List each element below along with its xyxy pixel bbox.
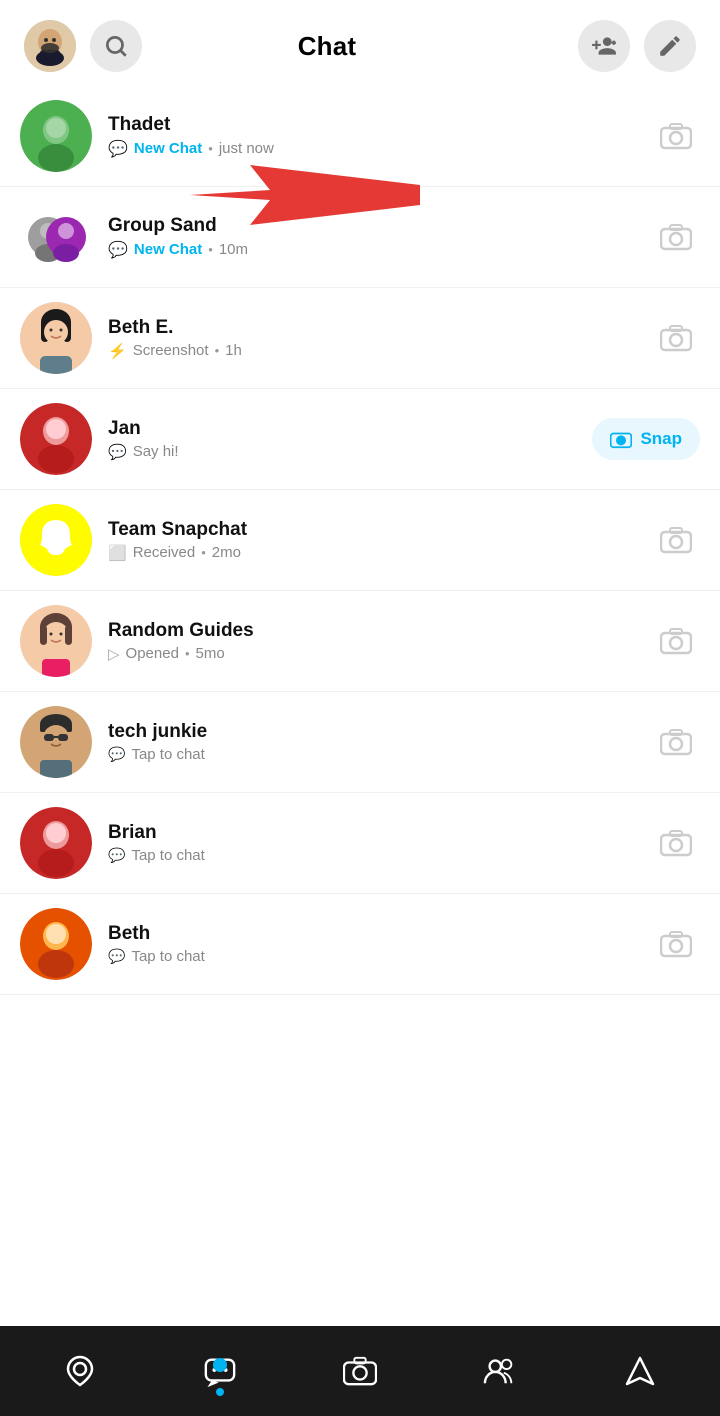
discover-icon bbox=[623, 1354, 657, 1388]
chat-status-group-sand: 💬 New Chat • 10m bbox=[108, 240, 652, 260]
chat-item-group-sand[interactable]: Group Sand 💬 New Chat • 10m bbox=[0, 187, 720, 288]
status-time-group-sand: 10m bbox=[219, 241, 248, 258]
avatar-group-sand bbox=[20, 201, 92, 273]
status-label-tech-junkie: Tap to chat bbox=[131, 746, 204, 763]
header: Chat bbox=[0, 0, 720, 86]
status-label-jan: Say hi! bbox=[133, 443, 179, 460]
camera-icon-beth[interactable] bbox=[652, 920, 700, 968]
chat-status-tech-junkie: 💬 Tap to chat bbox=[108, 746, 652, 763]
nav-item-discover[interactable] bbox=[607, 1344, 673, 1398]
status-time-thadet: just now bbox=[219, 140, 274, 157]
bottom-nav bbox=[0, 1326, 720, 1416]
camera-icon-random-guides[interactable] bbox=[652, 617, 700, 665]
chat-name-group-sand: Group Sand bbox=[108, 215, 652, 237]
status-label-thadet: New Chat bbox=[134, 140, 202, 157]
add-friend-button[interactable] bbox=[578, 20, 630, 72]
camera-icon-team-snapchat[interactable] bbox=[652, 516, 700, 564]
avatar-random-guides bbox=[20, 605, 92, 677]
chat-item-brian[interactable]: Brian 💬 Tap to chat bbox=[0, 793, 720, 894]
avatar-team-snapchat bbox=[20, 504, 92, 576]
user-avatar[interactable] bbox=[24, 20, 76, 72]
chat-status-beth-e: ⚡ Screenshot • 1h bbox=[108, 342, 652, 360]
chat-info-brian: Brian 💬 Tap to chat bbox=[108, 822, 652, 864]
chat-info-group-sand: Group Sand 💬 New Chat • 10m bbox=[108, 215, 652, 260]
chat-list: Thadet 💬 New Chat • just now bbox=[0, 86, 720, 995]
camera-icon-beth-e[interactable] bbox=[652, 314, 700, 362]
avatar-tech-junkie bbox=[20, 706, 92, 778]
status-time-beth-e: 1h bbox=[225, 342, 242, 359]
chat-name-random-guides: Random Guides bbox=[108, 620, 652, 642]
nav-item-friends[interactable] bbox=[467, 1344, 533, 1398]
chat-item-thadet[interactable]: Thadet 💬 New Chat • just now bbox=[0, 86, 720, 187]
status-label-team-snapchat: Received bbox=[133, 544, 196, 561]
chat-name-tech-junkie: tech junkie bbox=[108, 721, 652, 743]
avatar-thadet bbox=[20, 100, 92, 172]
nav-item-map[interactable] bbox=[47, 1344, 113, 1398]
friends-icon bbox=[483, 1354, 517, 1388]
nav-item-camera[interactable] bbox=[327, 1344, 393, 1398]
avatar-beth-e bbox=[20, 302, 92, 374]
chat-info-random-guides: Random Guides ▷ Opened • 5mo bbox=[108, 620, 652, 663]
status-time-team-snapchat: 2mo bbox=[212, 544, 241, 561]
chat-status-thadet: 💬 New Chat • just now bbox=[108, 139, 652, 159]
chat-item-team-snapchat[interactable]: Team Snapchat ⬜ Received • 2mo bbox=[0, 490, 720, 591]
chat-info-tech-junkie: tech junkie 💬 Tap to chat bbox=[108, 721, 652, 763]
avatar-jan bbox=[20, 403, 92, 475]
camera-icon-group-sand[interactable] bbox=[652, 213, 700, 261]
avatar-beth bbox=[20, 908, 92, 980]
chat-info-team-snapchat: Team Snapchat ⬜ Received • 2mo bbox=[108, 519, 652, 562]
camera-nav-icon bbox=[343, 1354, 377, 1388]
nav-item-chat[interactable] bbox=[187, 1344, 253, 1398]
snap-button-jan[interactable]: Snap bbox=[592, 418, 700, 460]
snap-label-jan: Snap bbox=[640, 429, 682, 449]
edit-button[interactable] bbox=[644, 20, 696, 72]
chat-item-tech-junkie[interactable]: tech junkie 💬 Tap to chat bbox=[0, 692, 720, 793]
chat-name-beth: Beth bbox=[108, 923, 652, 945]
chat-status-beth: 💬 Tap to chat bbox=[108, 948, 652, 965]
chat-name-beth-e: Beth E. bbox=[108, 317, 652, 339]
map-icon bbox=[63, 1354, 97, 1388]
chat-name-jan: Jan bbox=[108, 418, 592, 440]
chat-info-jan: Jan 💬 Say hi! bbox=[108, 418, 592, 461]
page-title: Chat bbox=[298, 31, 357, 62]
chat-status-brian: 💬 Tap to chat bbox=[108, 847, 652, 864]
chat-item-random-guides[interactable]: Random Guides ▷ Opened • 5mo bbox=[0, 591, 720, 692]
chat-info-thadet: Thadet 💬 New Chat • just now bbox=[108, 114, 652, 159]
chat-badge bbox=[213, 1358, 227, 1372]
left-icons bbox=[90, 20, 142, 72]
status-label-beth-e: Screenshot bbox=[133, 342, 209, 359]
chat-item-beth-e[interactable]: Beth E. ⚡ Screenshot • 1h bbox=[0, 288, 720, 389]
camera-icon-tech-junkie[interactable] bbox=[652, 718, 700, 766]
status-label-beth: Tap to chat bbox=[131, 948, 204, 965]
header-right-icons bbox=[578, 20, 696, 72]
status-time-random-guides: 5mo bbox=[196, 645, 225, 662]
nav-active-indicator bbox=[216, 1388, 224, 1396]
status-label-random-guides: Opened bbox=[126, 645, 179, 662]
chat-status-team-snapchat: ⬜ Received • 2mo bbox=[108, 544, 652, 562]
avatar-brian bbox=[20, 807, 92, 879]
chat-item-jan[interactable]: Jan 💬 Say hi! Snap bbox=[0, 389, 720, 490]
chat-status-jan: 💬 Say hi! bbox=[108, 443, 592, 461]
search-button[interactable] bbox=[90, 20, 142, 72]
camera-icon-thadet[interactable] bbox=[652, 112, 700, 160]
chat-status-random-guides: ▷ Opened • 5mo bbox=[108, 645, 652, 663]
chat-info-beth: Beth 💬 Tap to chat bbox=[108, 923, 652, 965]
chat-name-team-snapchat: Team Snapchat bbox=[108, 519, 652, 541]
chat-name-brian: Brian bbox=[108, 822, 652, 844]
status-label-group-sand: New Chat bbox=[134, 241, 202, 258]
status-label-brian: Tap to chat bbox=[131, 847, 204, 864]
camera-icon-brian[interactable] bbox=[652, 819, 700, 867]
chat-name-thadet: Thadet bbox=[108, 114, 652, 136]
chat-icon bbox=[203, 1354, 237, 1388]
chat-info-beth-e: Beth E. ⚡ Screenshot • 1h bbox=[108, 317, 652, 360]
chat-item-beth[interactable]: Beth 💬 Tap to chat bbox=[0, 894, 720, 995]
